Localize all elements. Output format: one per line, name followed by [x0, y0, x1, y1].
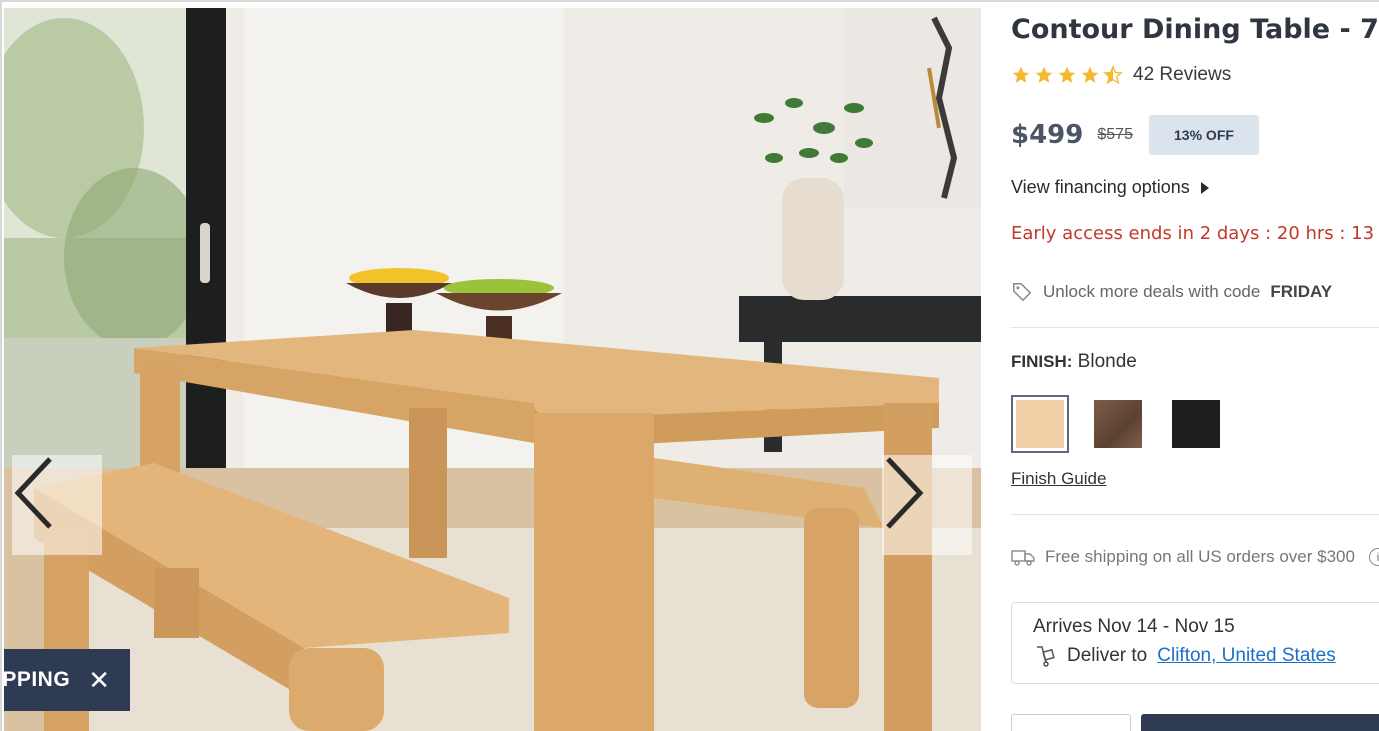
deliver-to-row: Deliver to Clifton, United States: [1033, 644, 1379, 668]
close-icon[interactable]: ✕: [88, 667, 110, 693]
swatch-black[interactable]: [1167, 395, 1225, 453]
product-image-gallery[interactable]: IPPING ✕: [4, 8, 981, 731]
shipping-note: Free shipping on all US orders over $300: [1045, 547, 1355, 566]
original-price: $575: [1097, 126, 1133, 143]
swatch-blonde-chip: [1016, 400, 1064, 448]
finish-label-row: FINISH: Blonde: [1011, 351, 1137, 373]
divider: [1011, 514, 1379, 515]
delivery-location-link[interactable]: Clifton, United States: [1157, 645, 1335, 667]
star-icon: [1035, 66, 1053, 83]
chevron-right-icon: [886, 457, 924, 529]
swatch-walnut[interactable]: [1089, 395, 1147, 453]
finish-label: FINISH:: [1011, 352, 1073, 371]
arrival-estimate: Arrives Nov 14 - Nov 15: [1033, 616, 1235, 637]
financing-options-link[interactable]: View financing options: [1011, 177, 1210, 198]
add-to-cart-button[interactable]: [1141, 714, 1379, 731]
price-row: $499 $575 13% OFF: [1011, 115, 1259, 155]
deal-code: FRIDAY: [1270, 282, 1333, 301]
promo-banner-text: IPPING: [4, 668, 71, 691]
deliver-prefix: Deliver to: [1067, 645, 1148, 666]
divider: [1011, 327, 1379, 328]
star-rating: [1011, 65, 1123, 85]
next-image-button[interactable]: [882, 455, 972, 555]
discount-badge: 13% OFF: [1148, 115, 1259, 155]
product-info-panel: Contour Dining Table - 72” 42 Reviews $4…: [1011, 2, 1379, 731]
finish-guide-link[interactable]: Finish Guide: [1011, 469, 1106, 489]
hand-truck-icon: [1037, 646, 1055, 667]
star-icon: [1012, 66, 1030, 83]
deal-prefix: Unlock more deals with code: [1043, 282, 1261, 301]
product-rating: 42 Reviews: [1011, 64, 1231, 86]
finish-swatches: [1011, 395, 1225, 453]
product-title: Contour Dining Table - 72”: [1011, 14, 1379, 45]
finish-value: Blonde: [1077, 351, 1137, 372]
swatch-black-chip: [1172, 400, 1220, 448]
truck-icon: [1011, 550, 1035, 566]
swatch-blonde[interactable]: [1011, 395, 1069, 453]
deal-code-row: Unlock more deals with code FRIDAY: [1011, 281, 1332, 303]
previous-image-button[interactable]: [12, 455, 102, 555]
swatch-walnut-chip: [1094, 400, 1142, 448]
shipping-promo-banner[interactable]: IPPING ✕: [4, 649, 130, 711]
shipping-info-row: Free shipping on all US orders over $300…: [1011, 547, 1379, 567]
delivery-box: Arrives Nov 14 - Nov 15 Deliver to Clift…: [1011, 602, 1379, 684]
star-icon: [1081, 66, 1099, 83]
reviews-link[interactable]: 42 Reviews: [1133, 64, 1231, 86]
star-icon: [1058, 66, 1076, 83]
product-photo: [4, 8, 981, 731]
sale-price: $499: [1011, 120, 1084, 150]
info-icon[interactable]: i: [1368, 548, 1379, 566]
product-page: IPPING ✕ Contour Dining Table - 72” 42 R…: [0, 0, 1379, 731]
financing-label: View financing options: [1011, 177, 1190, 197]
half-star-icon: [1103, 65, 1123, 85]
tag-icon: [1013, 283, 1032, 302]
caret-right-icon: [1200, 181, 1209, 194]
early-access-countdown: Early access ends in 2 days : 20 hrs : 1…: [1011, 223, 1375, 244]
chevron-left-icon: [14, 457, 52, 529]
quantity-selector[interactable]: [1011, 714, 1131, 731]
